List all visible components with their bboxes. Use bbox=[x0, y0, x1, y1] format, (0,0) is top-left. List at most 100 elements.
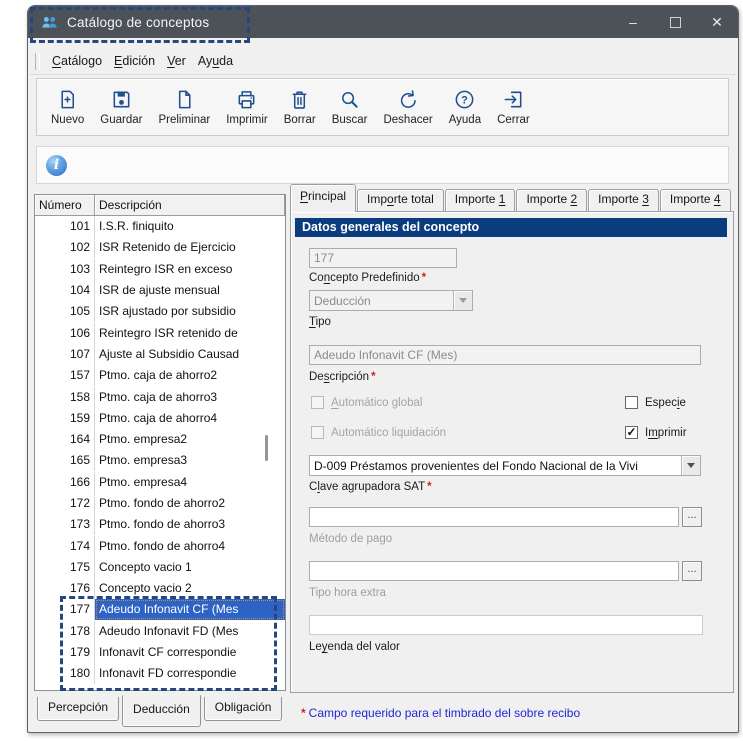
printer-icon bbox=[239, 91, 255, 109]
table-row[interactable]: 165 Ptmo. empresa3 bbox=[35, 450, 285, 472]
menu-item[interactable]: Catálogo bbox=[46, 52, 108, 70]
clave-sat-combo[interactable]: D-009 Préstamos provenientes del Fondo N… bbox=[309, 455, 701, 476]
toolbar-button-ayuda[interactable]: ? Ayuda bbox=[441, 85, 489, 129]
screenshot-root: Catálogo de conceptos – ✕ Catálogo Edici… bbox=[0, 0, 743, 741]
tab-strip: Principal Importe total Importe 1 Import… bbox=[290, 184, 734, 212]
toolbar-button-nuevo[interactable]: Nuevo bbox=[43, 85, 92, 129]
especie-row: Especie bbox=[625, 396, 686, 409]
menu-item[interactable]: Ver bbox=[161, 52, 192, 70]
category-tab[interactable]: Obligación bbox=[203, 697, 283, 721]
tab[interactable]: Importe 3 bbox=[588, 189, 659, 211]
toolbar-button-imprimir[interactable]: Imprimir bbox=[218, 85, 276, 129]
check-icon: ✓ bbox=[626, 425, 637, 439]
toolbar: Nuevo Guardar Preliminar Imprimir Borrar… bbox=[36, 78, 729, 136]
maximize-button[interactable] bbox=[654, 6, 696, 38]
tab[interactable]: Importe 2 bbox=[516, 189, 588, 211]
chevron-down-icon[interactable] bbox=[453, 291, 472, 310]
column-header-numero[interactable]: Número bbox=[35, 195, 95, 216]
app-people-icon bbox=[42, 16, 57, 28]
menu-item[interactable]: Edición bbox=[108, 52, 161, 70]
automatico-global-label: Automático global bbox=[331, 396, 423, 409]
table-row[interactable]: 177 Adeudo Infonavit CF (Mes bbox=[35, 599, 285, 621]
info-icon[interactable]: i bbox=[46, 154, 67, 176]
automatico-liquidacion-label: Automático liquidación bbox=[331, 426, 447, 439]
especie-label: Especie bbox=[645, 396, 686, 409]
menu-item[interactable]: Ayuda bbox=[192, 52, 239, 70]
concept-list: Número Descripción 101 I.S.R. finiquito … bbox=[34, 194, 286, 691]
save-icon bbox=[113, 91, 130, 108]
table-row[interactable]: 180 Infonavit FD correspondie bbox=[35, 663, 285, 685]
automatico-liquidacion-row: Automático liquidación bbox=[311, 426, 446, 439]
tab[interactable]: Principal bbox=[290, 184, 357, 212]
info-bar: i bbox=[36, 146, 729, 184]
toolbar-button-buscar[interactable]: Buscar bbox=[324, 85, 376, 129]
tipo-combo[interactable]: Deducción bbox=[309, 290, 473, 311]
status-note: * Campo requerido para el timbrado del so… bbox=[299, 706, 729, 720]
table-row[interactable]: 178 Adeudo Infonavit FD (Mes bbox=[35, 620, 285, 642]
descripcion-field[interactable]: Adeudo Infonavit CF (Mes) bbox=[309, 345, 701, 365]
close-button[interactable]: ✕ bbox=[696, 6, 738, 38]
imprimir-row: ✓ Imprimir bbox=[625, 426, 687, 439]
toolbar-button-cerrar[interactable]: Cerrar bbox=[489, 85, 538, 129]
window-title: Catálogo de conceptos bbox=[67, 14, 210, 30]
especie-checkbox[interactable] bbox=[625, 396, 638, 409]
table-row[interactable]: 164 Ptmo. empresa2 bbox=[35, 429, 285, 451]
toolbar-button-preliminar[interactable]: Preliminar bbox=[150, 85, 218, 129]
tab[interactable]: Importe 1 bbox=[444, 189, 516, 211]
tipo-hora-extra-label: Tipo hora extra bbox=[309, 587, 386, 599]
menu-bar: Catálogo Edición Ver Ayuda bbox=[30, 48, 736, 75]
preview-document-icon bbox=[178, 90, 191, 109]
toolbar-button-borrar[interactable]: Borrar bbox=[276, 85, 324, 129]
list-rows: 101 I.S.R. finiquito 102 ISR Retenido de… bbox=[35, 216, 285, 685]
menu-items: Catálogo Edición Ver Ayuda bbox=[46, 52, 239, 70]
table-row[interactable]: 173 Ptmo. fondo de ahorro3 bbox=[35, 514, 285, 536]
tab[interactable]: Importe 4 bbox=[659, 189, 731, 211]
list-scrollbar-thumb[interactable] bbox=[265, 435, 268, 461]
status-text: Campo requerido para el timbrado del sob… bbox=[308, 706, 581, 720]
table-row[interactable]: 166 Ptmo. empresa4 bbox=[35, 471, 285, 493]
table-row[interactable]: 179 Infonavit CF correspondie bbox=[35, 642, 285, 664]
tab[interactable]: Importe total bbox=[357, 189, 444, 211]
leyenda-field[interactable] bbox=[309, 615, 703, 635]
required-asterisk: * bbox=[421, 272, 427, 284]
category-tab[interactable]: Percepción bbox=[37, 697, 120, 721]
category-tab[interactable]: Deducción bbox=[122, 695, 201, 727]
table-row[interactable]: 106 Reintegro ISR retenido de bbox=[35, 322, 285, 344]
descripcion-label: Descripción * bbox=[309, 371, 376, 383]
tipo-hora-extra-browse-button[interactable]: ... bbox=[682, 561, 702, 581]
table-row[interactable]: 158 Ptmo. caja de ahorro3 bbox=[35, 386, 285, 408]
metodo-pago-field[interactable] bbox=[309, 507, 679, 527]
minimize-button[interactable]: – bbox=[612, 6, 654, 38]
table-row[interactable]: 176 Concepto vacio 2 bbox=[35, 578, 285, 600]
automatico-liquidacion-checkbox[interactable] bbox=[311, 426, 324, 439]
table-row[interactable]: 107 Ajuste al Subsidio Causad bbox=[35, 343, 285, 365]
table-row[interactable]: 174 Ptmo. fondo de ahorro4 bbox=[35, 535, 285, 557]
toolbar-button-deshacer[interactable]: Deshacer bbox=[375, 85, 440, 129]
automatico-global-checkbox[interactable] bbox=[311, 396, 324, 409]
table-row[interactable]: 157 Ptmo. caja de ahorro2 bbox=[35, 365, 285, 387]
table-row[interactable]: 175 Concepto vacio 1 bbox=[35, 556, 285, 578]
concepto-predefinido-field[interactable]: 177 bbox=[309, 248, 457, 268]
table-row[interactable]: 159 Ptmo. caja de ahorro4 bbox=[35, 407, 285, 429]
category-tab-strip: Percepción Deducción Obligación bbox=[37, 695, 283, 727]
toolbar-button-guardar[interactable]: Guardar bbox=[92, 85, 150, 129]
required-asterisk: * bbox=[427, 481, 432, 493]
list-header: Número Descripción bbox=[35, 195, 285, 216]
tipo-label: Tipo bbox=[309, 316, 331, 328]
table-row[interactable]: 105 ISR ajustado por subsidio bbox=[35, 301, 285, 323]
chevron-down-icon[interactable] bbox=[681, 456, 700, 475]
tab-content: Datos generales del concepto 177 Concept… bbox=[290, 211, 734, 693]
tipo-hora-extra-field[interactable] bbox=[309, 561, 679, 581]
table-row[interactable]: 103 Reintegro ISR en exceso bbox=[35, 258, 285, 280]
metodo-pago-browse-button[interactable]: ... bbox=[682, 507, 702, 527]
app-window: Catálogo de conceptos – ✕ Catálogo Edici… bbox=[27, 5, 739, 733]
imprimir-checkbox[interactable]: ✓ bbox=[625, 426, 638, 439]
concepto-predefinido-label: Concepto Predefinido * bbox=[309, 272, 427, 284]
column-header-descripcion[interactable]: Descripción bbox=[95, 195, 285, 216]
table-row[interactable]: 104 ISR de ajuste mensual bbox=[35, 280, 285, 302]
table-row[interactable]: 102 ISR Retenido de Ejercicio bbox=[35, 237, 285, 259]
detail-panel: Principal Importe total Importe 1 Import… bbox=[290, 184, 734, 693]
table-row[interactable]: 101 I.S.R. finiquito bbox=[35, 216, 285, 238]
trash-icon bbox=[292, 91, 307, 109]
table-row[interactable]: 172 Ptmo. fondo de ahorro2 bbox=[35, 493, 285, 514]
